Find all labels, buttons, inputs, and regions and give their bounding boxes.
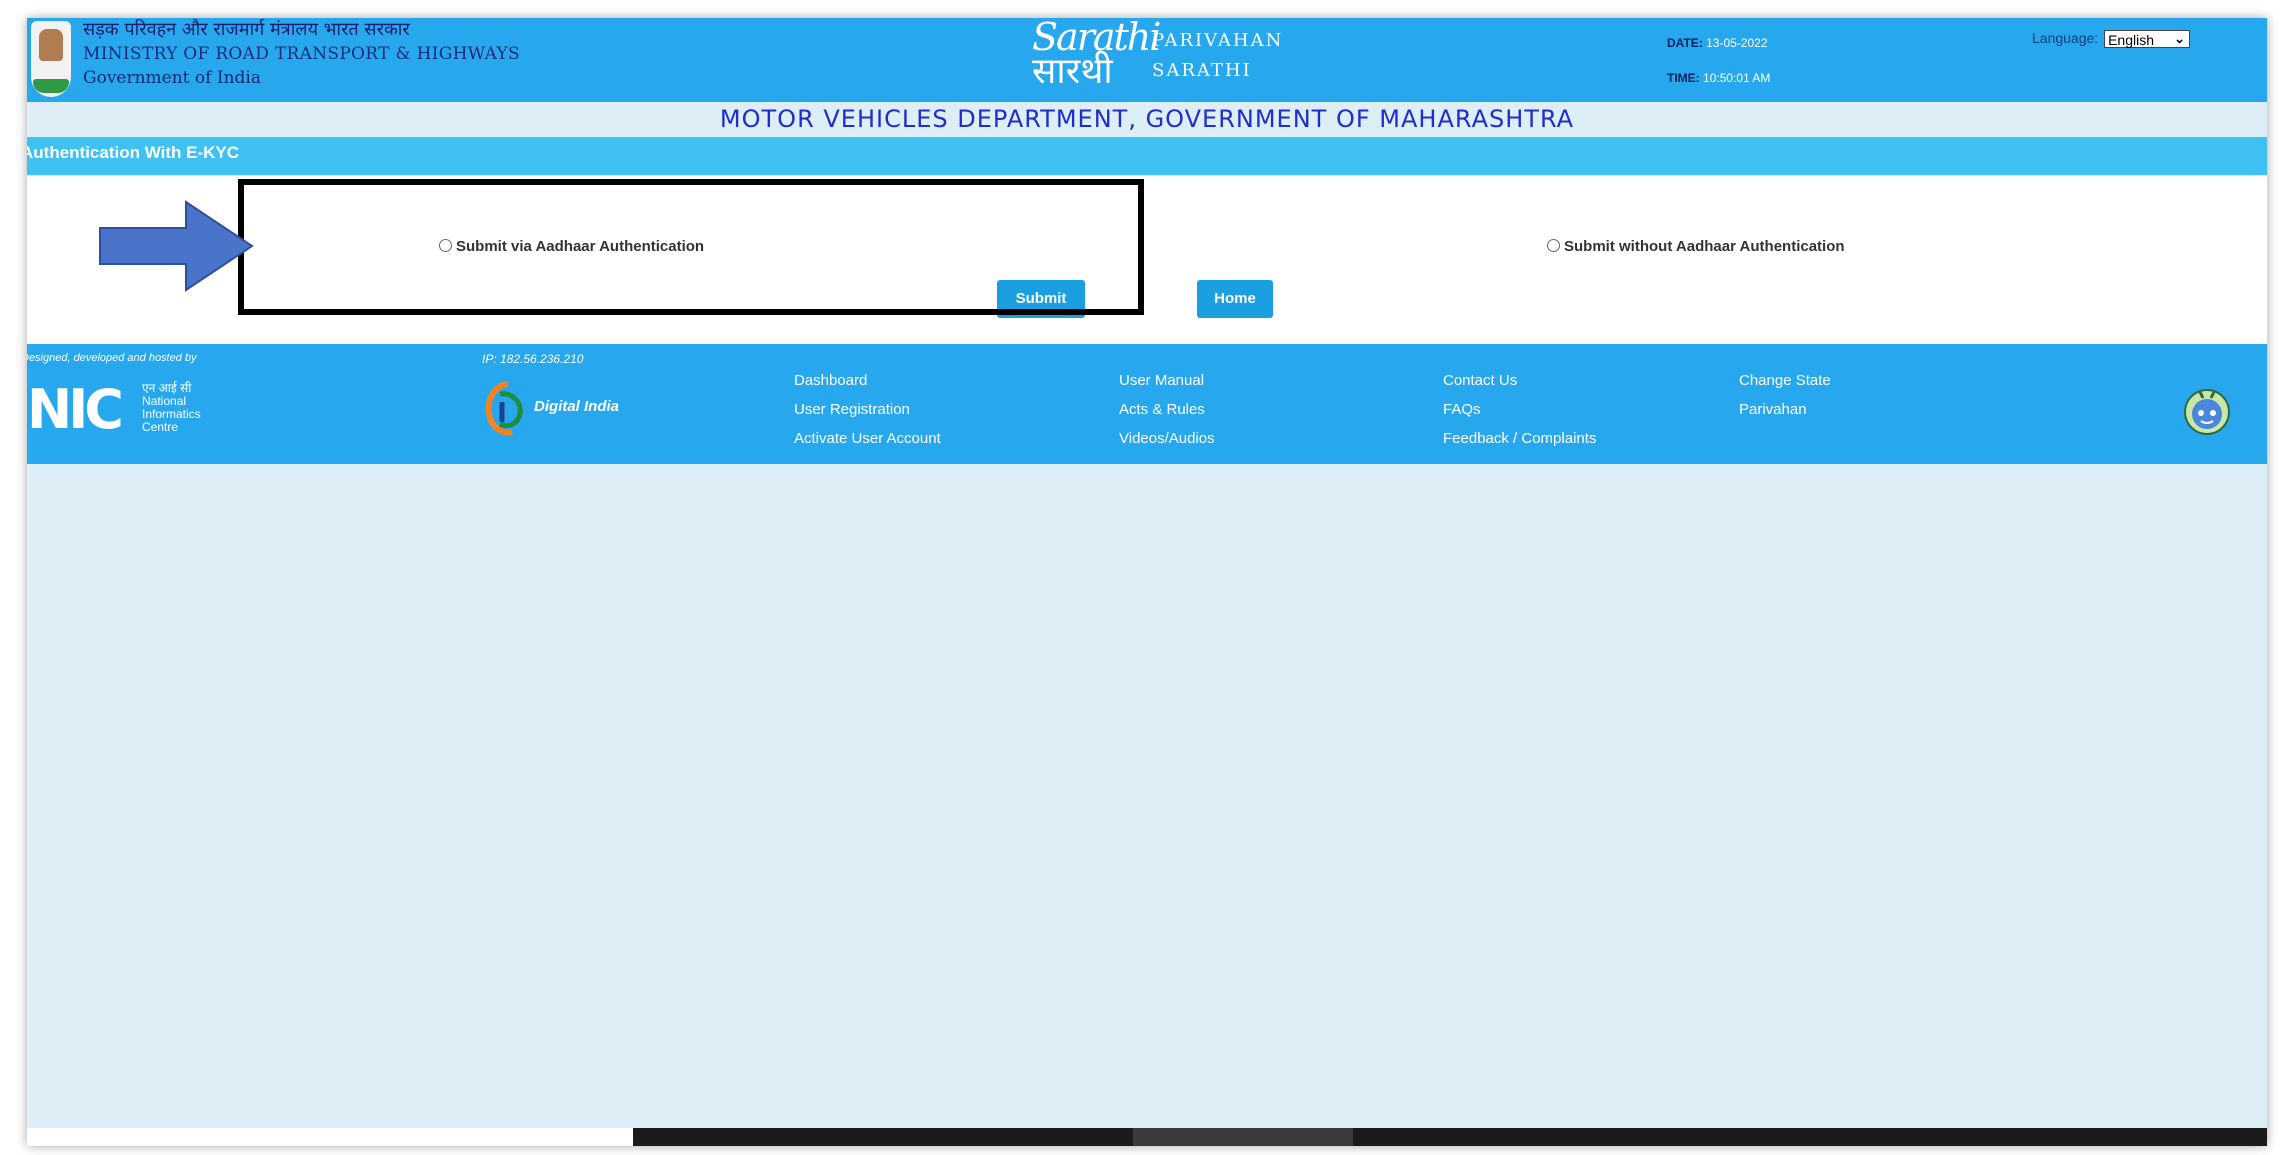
taskbar-active-item (1133, 1128, 1353, 1146)
government-of-india: Government of India (83, 68, 261, 88)
footer-link-activate-account[interactable]: Activate User Account (794, 424, 941, 453)
language-dropdown[interactable]: English ⌄ (2104, 30, 2191, 49)
language-label: Language: (2032, 30, 2099, 46)
department-title: MOTOR VEHICLES DEPARTMENT, GOVERNMENT OF… (719, 105, 1575, 133)
footer-link-change-state[interactable]: Change State (1739, 366, 1831, 395)
designed-by-text: Designed, developed and hosted by (27, 352, 197, 364)
taskbar (633, 1128, 2267, 1146)
parivahan-sarathi-text: PARIVAHAN SARATHI (1152, 26, 1283, 86)
digital-india-logo[interactable]: Digital India (482, 380, 662, 436)
submit-button[interactable]: Submit (997, 280, 1085, 318)
sarathi-logo[interactable]: Sarathi सारथी PARIVAHAN SARATHI (1032, 18, 1312, 96)
ministry-english: MINISTRY OF ROAD TRANSPORT & HIGHWAYS (83, 44, 521, 64)
footer-link-faqs[interactable]: FAQs (1443, 395, 1596, 424)
national-emblem-icon (31, 21, 71, 97)
date-display: DATE: 13-05-2022 (1667, 36, 1768, 50)
brand-line-sarathi: SARATHI (1152, 60, 1252, 81)
ministry-hindi: सड़क परिवहन और राजमार्ग मंत्रालय भारत सर… (83, 19, 410, 40)
radio-aadhaar-auth[interactable] (439, 239, 452, 252)
date-time: DATE: 13-05-2022 TIME: 10:50:01 AM (1667, 26, 1770, 96)
authentication-form: Submit via Aadhaar Authentication Submit… (27, 176, 2267, 344)
ip-address: IP: 182.56.236.210 (482, 352, 584, 366)
footer-link-feedback[interactable]: Feedback / Complaints (1443, 424, 1596, 453)
sarathi-logo-hindi: सारथी (1032, 51, 1113, 92)
sarathi-logo-script: Sarathi (1032, 18, 1161, 59)
section-title: Authentication With E-KYC (27, 143, 239, 162)
language-selector: Language: English ⌄ (2032, 30, 2191, 49)
footer-link-contact-us[interactable]: Contact Us (1443, 366, 1596, 395)
browser-screen: सड़क परिवहन और राजमार्ग मंत्रालय भारत सर… (27, 18, 2267, 1146)
aadhaar-auth-label: Submit via Aadhaar Authentication (456, 238, 705, 255)
top-header: सड़क परिवहन और राजमार्ग मंत्रालय भारत सर… (27, 18, 2267, 102)
nic-logo[interactable]: NIC एन आई सी National Informatics Centre (27, 382, 227, 438)
without-aadhaar-option[interactable]: Submit without Aadhaar Authentication (1547, 238, 1845, 255)
digital-india-icon (485, 381, 523, 436)
footer-link-videos-audios[interactable]: Videos/Audios (1119, 424, 1215, 453)
ministry-name: सड़क परिवहन और राजमार्ग मंत्रालय भारत सर… (83, 18, 520, 90)
footer-link-user-registration[interactable]: User Registration (794, 395, 941, 424)
footer-link-parivahan[interactable]: Parivahan (1739, 395, 1831, 424)
footer-links-col1: Dashboard User Registration Activate Use… (794, 366, 941, 453)
brand-line-parivahan: PARIVAHAN (1152, 30, 1284, 51)
department-bar: MOTOR VEHICLES DEPARTMENT, GOVERNMENT OF… (27, 102, 2267, 136)
section-header: Authentication With E-KYC (27, 137, 2267, 175)
footer-links-col3: Contact Us FAQs Feedback / Complaints (1443, 366, 1596, 453)
footer-links-col4: Change State Parivahan (1739, 366, 1831, 424)
footer-links-col2: User Manual Acts & Rules Videos/Audios (1119, 366, 1215, 453)
footer-link-user-manual[interactable]: User Manual (1119, 366, 1215, 395)
aadhaar-auth-option[interactable]: Submit via Aadhaar Authentication (439, 238, 704, 255)
pointer-arrow-icon (99, 200, 254, 292)
chatbot-icon[interactable] (2181, 384, 2233, 436)
footer: Designed, developed and hosted by NIC एन… (27, 344, 2267, 464)
chevron-down-icon: ⌄ (2174, 31, 2186, 47)
footer-link-dashboard[interactable]: Dashboard (794, 366, 941, 395)
home-button[interactable]: Home (1197, 280, 1273, 318)
radio-without-aadhaar[interactable] (1547, 239, 1560, 252)
time-display: TIME: 10:50:01 AM (1667, 71, 1771, 85)
without-aadhaar-label: Submit without Aadhaar Authentication (1564, 238, 1845, 255)
footer-link-acts-rules[interactable]: Acts & Rules (1119, 395, 1215, 424)
